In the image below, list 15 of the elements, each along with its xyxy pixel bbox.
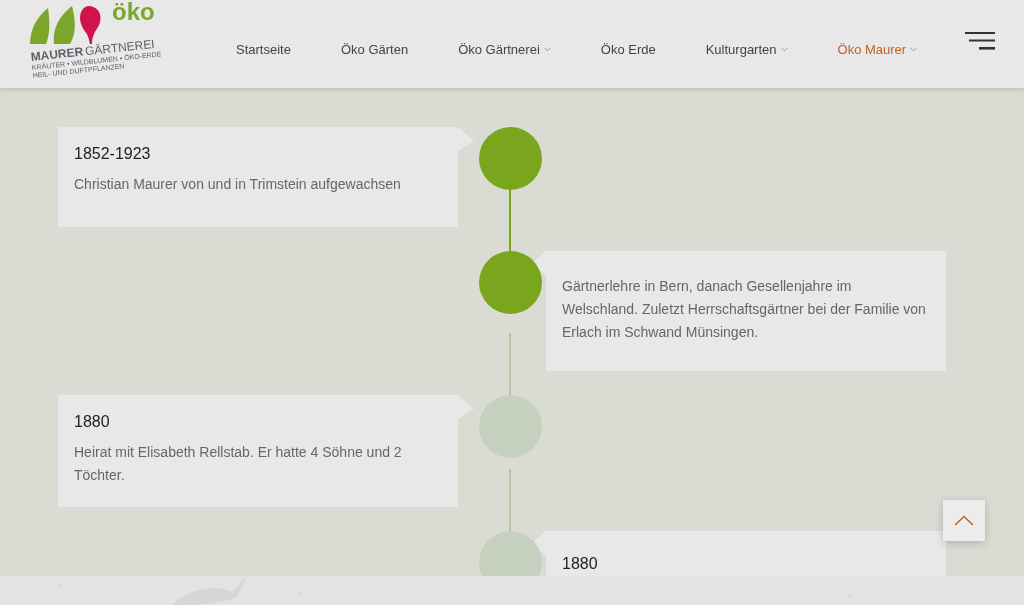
nav-link[interactable]: Öko Erde — [600, 41, 656, 57]
chevron-up-icon — [954, 515, 974, 526]
timeline-year: 1880 — [562, 555, 599, 573]
timeline-year: 1852-1923 — [74, 145, 152, 163]
nav-link[interactable]: Öko Maurer — [837, 41, 918, 57]
timeline-text: Christian Maurer von und in Trimstein aufgewachsen — [74, 175, 402, 194]
timeline-text: Gärtnerlehre in Bern, danach Gesellenjahre im Welschland. Zuletzt Herrschaftsgärtner bei der Familie von Erlach im Schwand Münsingen. — [562, 277, 927, 342]
nav-link[interactable]: Öko Gärtnerei — [458, 41, 551, 57]
timeline-year: 1880 — [74, 413, 111, 431]
timeline-text: Heirat mit Elisabeth Rellstab. Er hatte 4 Söhne und 2 Töchter. — [74, 443, 403, 485]
nav-link[interactable]: Öko Gärten — [340, 41, 409, 57]
nav-link[interactable]: Startseite — [236, 41, 291, 57]
nav-link[interactable]: Kulturgarten — [705, 41, 788, 57]
logo-word: öko — [112, 0, 155, 24]
menu-icon[interactable] — [965, 32, 995, 50]
